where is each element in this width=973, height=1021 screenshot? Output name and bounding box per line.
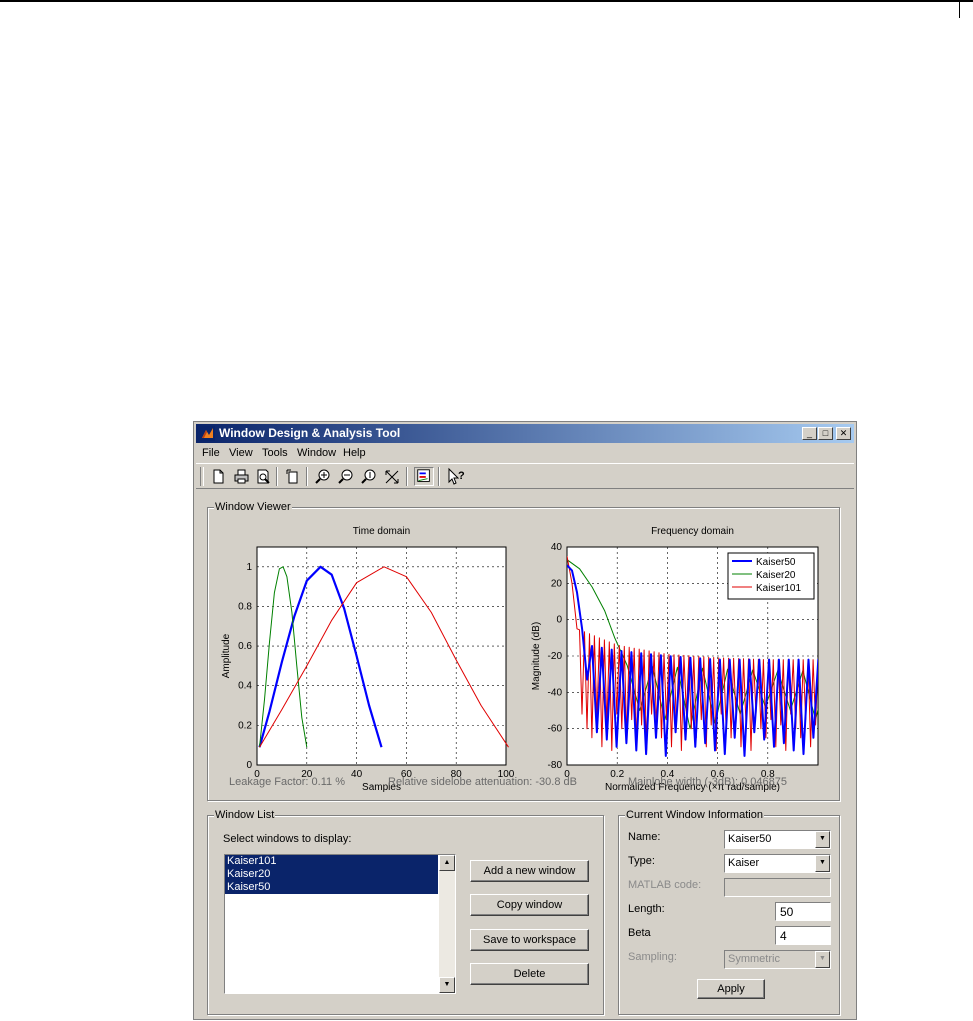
- time-plot-area: [256, 546, 507, 766]
- length-label: Length:: [628, 903, 665, 915]
- zoom-x-icon[interactable]: [336, 467, 356, 486]
- chevron-down-icon[interactable]: ▼: [815, 855, 830, 872]
- page-header-tick: [959, 0, 960, 18]
- window-viewer-group: Window Viewer 0 20 40 60 80 100 0 0.2 0.4 0.6 0.8 1…: [207, 500, 841, 802]
- freq-y-tick-label: 40: [551, 542, 563, 553]
- zoom-in-icon[interactable]: [313, 467, 333, 486]
- menu-bar: File View Tools Window Help: [196, 445, 854, 462]
- print-preview-icon[interactable]: [253, 467, 273, 486]
- time-y-tick-label: 0: [246, 760, 252, 771]
- sampling-value: Symmetric: [728, 953, 780, 965]
- freq-y-tick-label: 0: [556, 615, 562, 626]
- beta-field[interactable]: 4: [775, 926, 831, 945]
- menu-window[interactable]: Window: [297, 447, 336, 459]
- type-dropdown[interactable]: Kaiser ▼: [724, 854, 831, 873]
- beta-label: Beta: [628, 927, 651, 939]
- menu-file[interactable]: File: [202, 447, 220, 459]
- copy-window-button[interactable]: Copy window: [470, 894, 589, 916]
- print-icon[interactable]: [231, 467, 251, 486]
- legend-entry-kaiser101: Kaiser101: [756, 583, 801, 594]
- apply-button[interactable]: Apply: [697, 979, 765, 999]
- select-windows-prompt: Select windows to display:: [223, 833, 352, 845]
- freq-y-tick-label: -40: [548, 687, 563, 698]
- time-y-tick-label: 0.2: [238, 720, 252, 731]
- legend-entry-kaiser50: Kaiser50: [756, 557, 796, 568]
- leakage-factor: Leakage Factor: 0.11 %: [229, 776, 345, 788]
- full-view-x-icon[interactable]: [382, 467, 402, 486]
- sidelobe-attenuation: Relative sidelobe attenuation: -30.8 dB: [388, 776, 577, 788]
- name-value: Kaiser50: [728, 833, 772, 845]
- page-header-rule: [0, 0, 973, 2]
- time-y-tick-label: 0.8: [238, 601, 252, 612]
- toolbar-separator: [276, 467, 278, 486]
- minimize-button[interactable]: _: [802, 427, 817, 440]
- time-domain-title: Time domain: [353, 526, 410, 537]
- toolbar: ?: [196, 463, 854, 489]
- matlab-code-label: MATLAB code:: [628, 879, 702, 891]
- full-view-icon[interactable]: [283, 467, 303, 486]
- mainlobe-width: Mainlobe width (-3dB): 0.046875: [628, 776, 787, 788]
- window-title: Window Design & Analysis Tool: [219, 426, 401, 440]
- length-value: 50: [780, 905, 794, 919]
- time-domain-chart[interactable]: 0 20 40 60 80 10000.20.40.60.81Time domainSam…: [208, 508, 841, 802]
- freq-x-tick-label: 0.2: [610, 769, 624, 780]
- sampling-label: Sampling:: [628, 951, 677, 963]
- app-window: Window Design & Analysis Tool _ □ ✕ File…: [193, 421, 857, 1020]
- window-list-group: Window List Select windows to display: K…: [207, 808, 604, 1015]
- freq-y-axis-label: Magnitude (dB): [531, 622, 542, 690]
- name-label: Name:: [628, 831, 661, 843]
- name-dropdown[interactable]: Kaiser50 ▼: [724, 830, 831, 849]
- beta-value: 4: [780, 929, 787, 943]
- matlab-code-field: [724, 878, 831, 897]
- menu-help[interactable]: Help: [343, 447, 366, 459]
- time-y-tick-label: 0.4: [238, 681, 252, 692]
- title-bar[interactable]: Window Design & Analysis Tool _ □ ✕: [196, 424, 854, 443]
- menu-view[interactable]: View: [229, 447, 253, 459]
- length-field[interactable]: 50: [775, 902, 831, 921]
- new-icon[interactable]: [208, 467, 228, 486]
- sampling-dropdown: Symmetric ▼: [724, 950, 831, 969]
- list-item[interactable]: Kaiser101: [225, 855, 438, 868]
- toolbar-separator: [306, 467, 308, 486]
- window-listbox[interactable]: Kaiser101 Kaiser20 Kaiser50 ▲ ▼: [224, 854, 456, 994]
- zoom-y-icon[interactable]: [359, 467, 379, 486]
- menu-tools[interactable]: Tools: [262, 447, 288, 459]
- toolbar-separator: [438, 467, 440, 486]
- time-y-tick-label: 1: [246, 562, 252, 573]
- time-x-tick-label: 40: [351, 769, 363, 780]
- chevron-down-icon[interactable]: ▼: [815, 831, 830, 848]
- time-y-tick-label: 0.6: [238, 641, 252, 652]
- current-window-info-label: Current Window Information: [625, 808, 764, 822]
- whats-this-icon[interactable]: ?: [446, 467, 466, 486]
- type-value: Kaiser: [728, 857, 760, 869]
- list-item[interactable]: Kaiser20: [225, 868, 438, 881]
- chevron-down-icon: ▼: [815, 951, 830, 968]
- save-to-workspace-button[interactable]: Save to workspace: [470, 929, 589, 951]
- scroll-up-arrow-icon[interactable]: ▲: [439, 855, 455, 871]
- scroll-down-arrow-icon[interactable]: ▼: [439, 977, 455, 993]
- matlab-logo-icon: [200, 426, 215, 441]
- freq-y-tick-label: -60: [548, 724, 563, 735]
- listbox-scrollbar[interactable]: ▲ ▼: [439, 855, 455, 993]
- freq-y-tick-label: -80: [548, 760, 563, 771]
- current-window-info-group: Current Window Information Name: Kaiser5…: [618, 808, 840, 1015]
- close-button[interactable]: ✕: [836, 427, 851, 440]
- toolbar-separator: [406, 467, 408, 486]
- list-item[interactable]: Kaiser50: [225, 881, 438, 894]
- freq-y-tick-label: 20: [551, 578, 563, 589]
- maximize-button[interactable]: □: [818, 427, 833, 440]
- frequency-domain-title: Frequency domain: [651, 526, 734, 537]
- delete-button[interactable]: Delete: [470, 963, 589, 985]
- svg-text:?: ?: [458, 470, 465, 482]
- time-y-axis-label: Amplitude: [221, 633, 232, 678]
- window-list-label: Window List: [214, 808, 276, 822]
- legend-icon[interactable]: [414, 467, 434, 486]
- legend-entry-kaiser20: Kaiser20: [756, 570, 796, 581]
- toolbar-grip: [200, 467, 204, 486]
- freq-y-tick-label: -20: [548, 651, 563, 662]
- add-window-button[interactable]: Add a new window: [470, 860, 589, 882]
- type-label: Type:: [628, 855, 655, 867]
